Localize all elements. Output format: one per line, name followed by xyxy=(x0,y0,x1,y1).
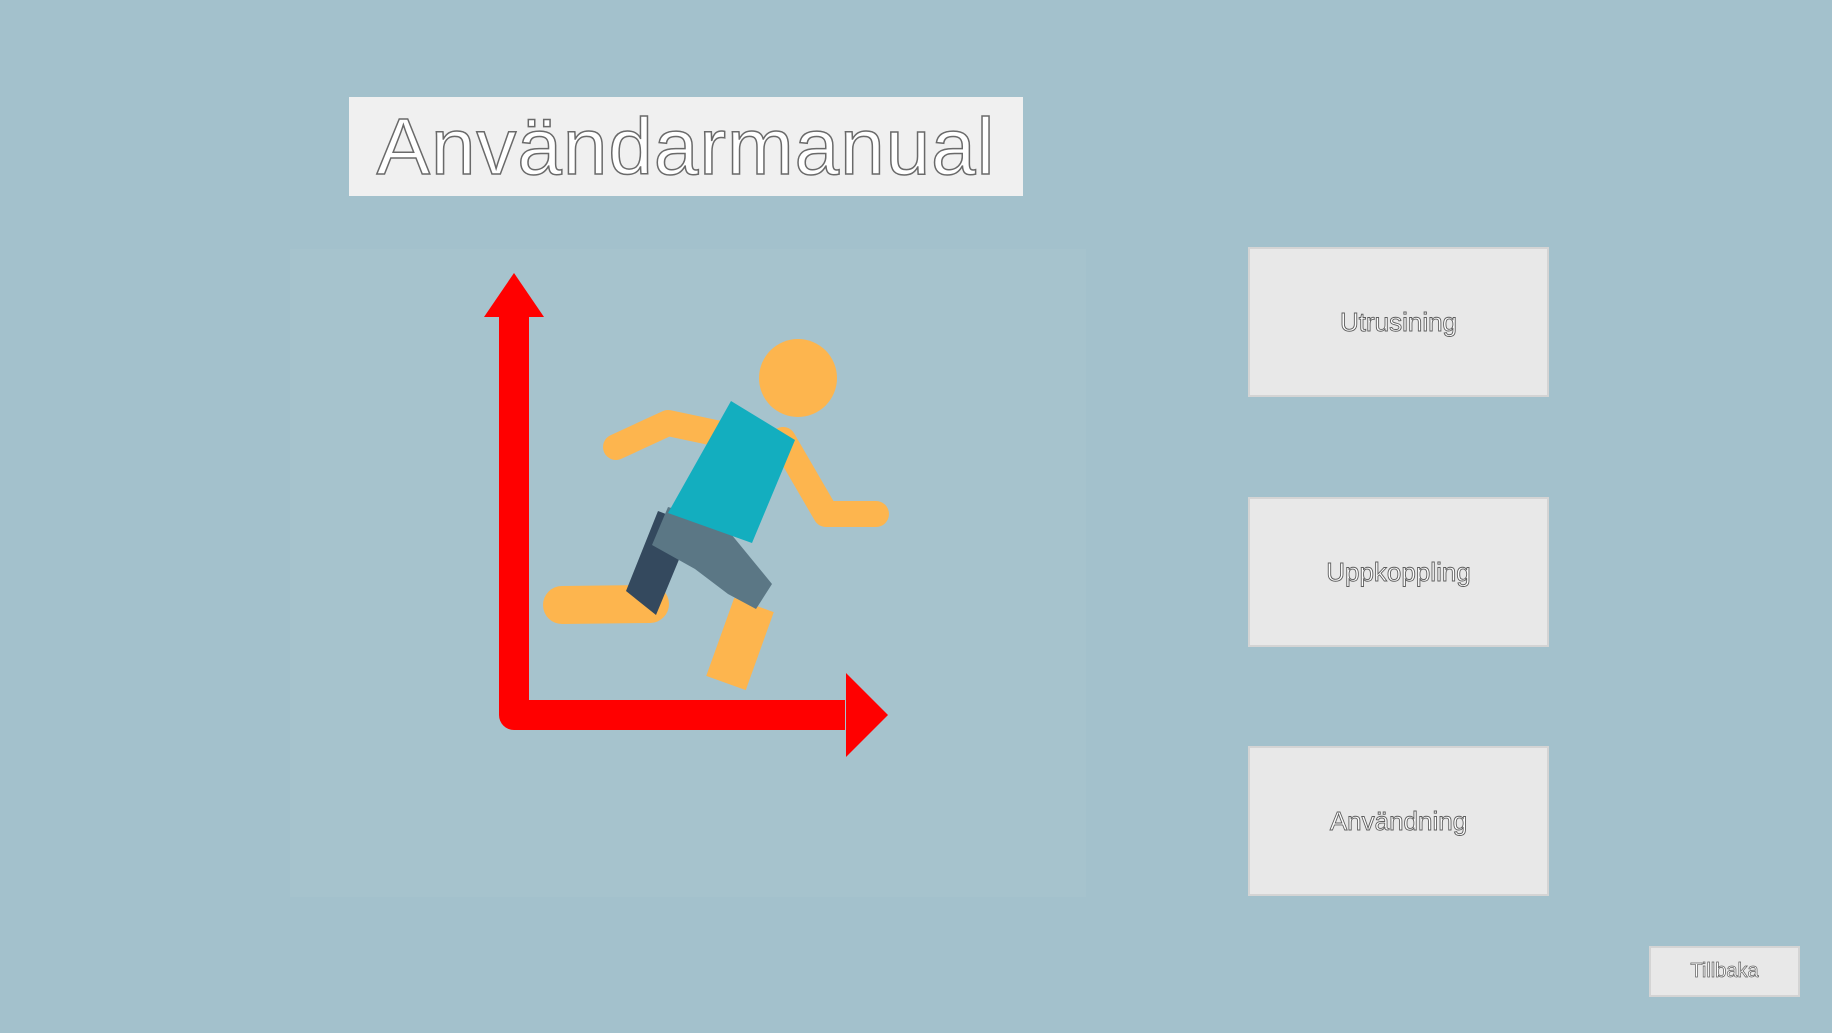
arrow-right xyxy=(846,673,888,757)
anvandning-button[interactable]: Användning xyxy=(1248,746,1549,896)
arrow-up xyxy=(484,273,544,317)
running-person-with-axes-icon xyxy=(484,273,889,757)
illustration-panel xyxy=(290,249,1086,897)
head xyxy=(759,339,837,417)
anvandning-button-label: Användning xyxy=(1329,805,1468,836)
back-leg xyxy=(543,585,669,624)
title-box: Användarmanual xyxy=(349,97,1023,196)
front-arm xyxy=(770,427,889,527)
uppkoppling-button-label: Uppkoppling xyxy=(1326,556,1471,587)
utrustning-button-label: Utrusining xyxy=(1339,306,1458,337)
utrustning-button[interactable]: Utrusining xyxy=(1248,247,1549,397)
back-button[interactable]: Tillbaka xyxy=(1649,946,1800,997)
page-title: Användarmanual xyxy=(376,101,996,191)
back-button-label: Tillbaka xyxy=(1690,960,1759,983)
front-leg xyxy=(706,597,774,691)
uppkoppling-button[interactable]: Uppkoppling xyxy=(1248,497,1549,647)
main-screen: Användarmanual Utrusining Uppkoppling An… xyxy=(0,0,1832,1033)
